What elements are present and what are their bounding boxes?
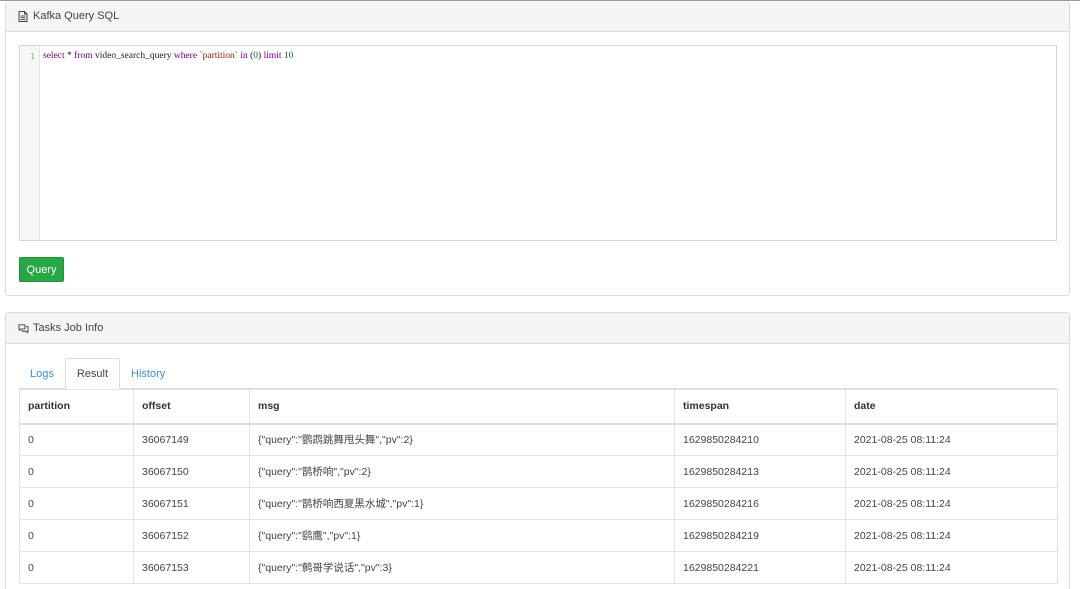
cell-partition: 0 xyxy=(19,455,134,488)
cell-offset: 36067153 xyxy=(133,551,250,584)
result-table-wrap: partition offset msg timespan date 0 360… xyxy=(19,389,1058,584)
column-header-partition[interactable]: partition xyxy=(19,389,134,425)
line-number: 1 xyxy=(30,52,35,61)
sql-panel: Kafka Query SQL 1 select * from video_se… xyxy=(5,1,1070,296)
sql-code-line[interactable]: select * from video_search_query where `… xyxy=(40,46,293,240)
column-header-date[interactable]: date xyxy=(845,389,1058,425)
result-table: partition offset msg timespan date 0 360… xyxy=(19,389,1058,584)
cell-msg: {"query":"鹩哥学说话","pv":3} xyxy=(249,551,675,584)
result-tabs: Logs Result History xyxy=(19,358,1057,390)
query-button[interactable]: Query xyxy=(19,257,64,282)
sql-panel-title: Kafka Query SQL xyxy=(33,10,120,22)
sql-editor[interactable]: 1 select * from video_search_query where… xyxy=(19,45,1057,241)
cell-offset: 36067149 xyxy=(133,423,250,456)
sql-token: video_search_query xyxy=(92,51,174,61)
sql-token: * xyxy=(64,51,75,61)
sql-token: select xyxy=(43,51,65,61)
sql-token: `partition` xyxy=(199,51,238,61)
cell-timespan: 1629850284219 xyxy=(674,519,846,552)
table-row: 0 36067151 {"query":"鹊桥响西夏黑水城","pv":1} 1… xyxy=(19,487,1058,520)
column-header-timespan[interactable]: timespan xyxy=(674,389,846,425)
table-header-row: partition offset msg timespan date xyxy=(19,389,1058,425)
sql-token: in xyxy=(240,51,248,61)
table-row: 0 36067149 {"query":"鹦鹉跳舞甩头舞","pv":2} 16… xyxy=(19,423,1058,456)
cell-date: 2021-08-25 08:11:24 xyxy=(845,487,1058,520)
sql-token: 10 xyxy=(283,51,294,61)
table-row: 0 36067153 {"query":"鹩哥学说话","pv":3} 1629… xyxy=(19,551,1058,584)
cell-date: 2021-08-25 08:11:24 xyxy=(845,551,1058,584)
cell-timespan: 1629850284221 xyxy=(674,551,846,584)
cell-msg: {"query":"鹞鹰","pv":1} xyxy=(249,519,675,552)
cell-partition: 0 xyxy=(19,487,134,520)
cell-date: 2021-08-25 08:11:24 xyxy=(845,519,1058,552)
sql-panel-heading: Kafka Query SQL xyxy=(6,1,1069,32)
cell-partition: 0 xyxy=(19,551,134,584)
cell-timespan: 1629850284213 xyxy=(674,455,846,488)
sql-token: where xyxy=(173,51,198,61)
cell-offset: 36067150 xyxy=(133,455,250,488)
tasks-panel-title: Tasks Job Info xyxy=(33,322,104,334)
tab-logs[interactable]: Logs xyxy=(19,358,65,389)
line-number-gutter: 1 xyxy=(20,46,40,240)
cell-msg: {"query":"鹊桥响","pv":2} xyxy=(249,455,675,488)
cell-timespan: 1629850284216 xyxy=(674,487,846,520)
tasks-panel-heading: Tasks Job Info xyxy=(6,313,1069,344)
cell-msg: {"query":"鹦鹉跳舞甩头舞","pv":2} xyxy=(249,423,675,456)
column-header-msg[interactable]: msg xyxy=(249,389,675,425)
file-text-icon xyxy=(18,10,29,22)
cell-partition: 0 xyxy=(19,423,134,456)
column-header-offset[interactable]: offset xyxy=(133,389,250,425)
tab-history[interactable]: History xyxy=(120,358,176,389)
cell-date: 2021-08-25 08:11:24 xyxy=(845,455,1058,488)
table-row: 0 36067152 {"query":"鹞鹰","pv":1} 1629850… xyxy=(19,519,1058,552)
page: Kafka Query SQL 1 select * from video_se… xyxy=(0,0,1080,589)
cell-offset: 36067151 xyxy=(133,487,250,520)
cell-partition: 0 xyxy=(19,519,134,552)
cell-msg: {"query":"鹊桥响西夏黑水城","pv":1} xyxy=(249,487,675,520)
cell-offset: 36067152 xyxy=(133,519,250,552)
cell-date: 2021-08-25 08:11:24 xyxy=(845,423,1058,456)
sql-token: limit xyxy=(263,51,282,61)
sql-token: from xyxy=(74,51,93,61)
cell-timespan: 1629850284210 xyxy=(674,423,846,456)
tab-result[interactable]: Result xyxy=(64,358,121,390)
comments-icon xyxy=(18,323,29,334)
table-row: 0 36067150 {"query":"鹊桥响","pv":2} 162985… xyxy=(19,455,1058,488)
tasks-panel: Tasks Job Info Logs Result History parti… xyxy=(5,312,1070,589)
